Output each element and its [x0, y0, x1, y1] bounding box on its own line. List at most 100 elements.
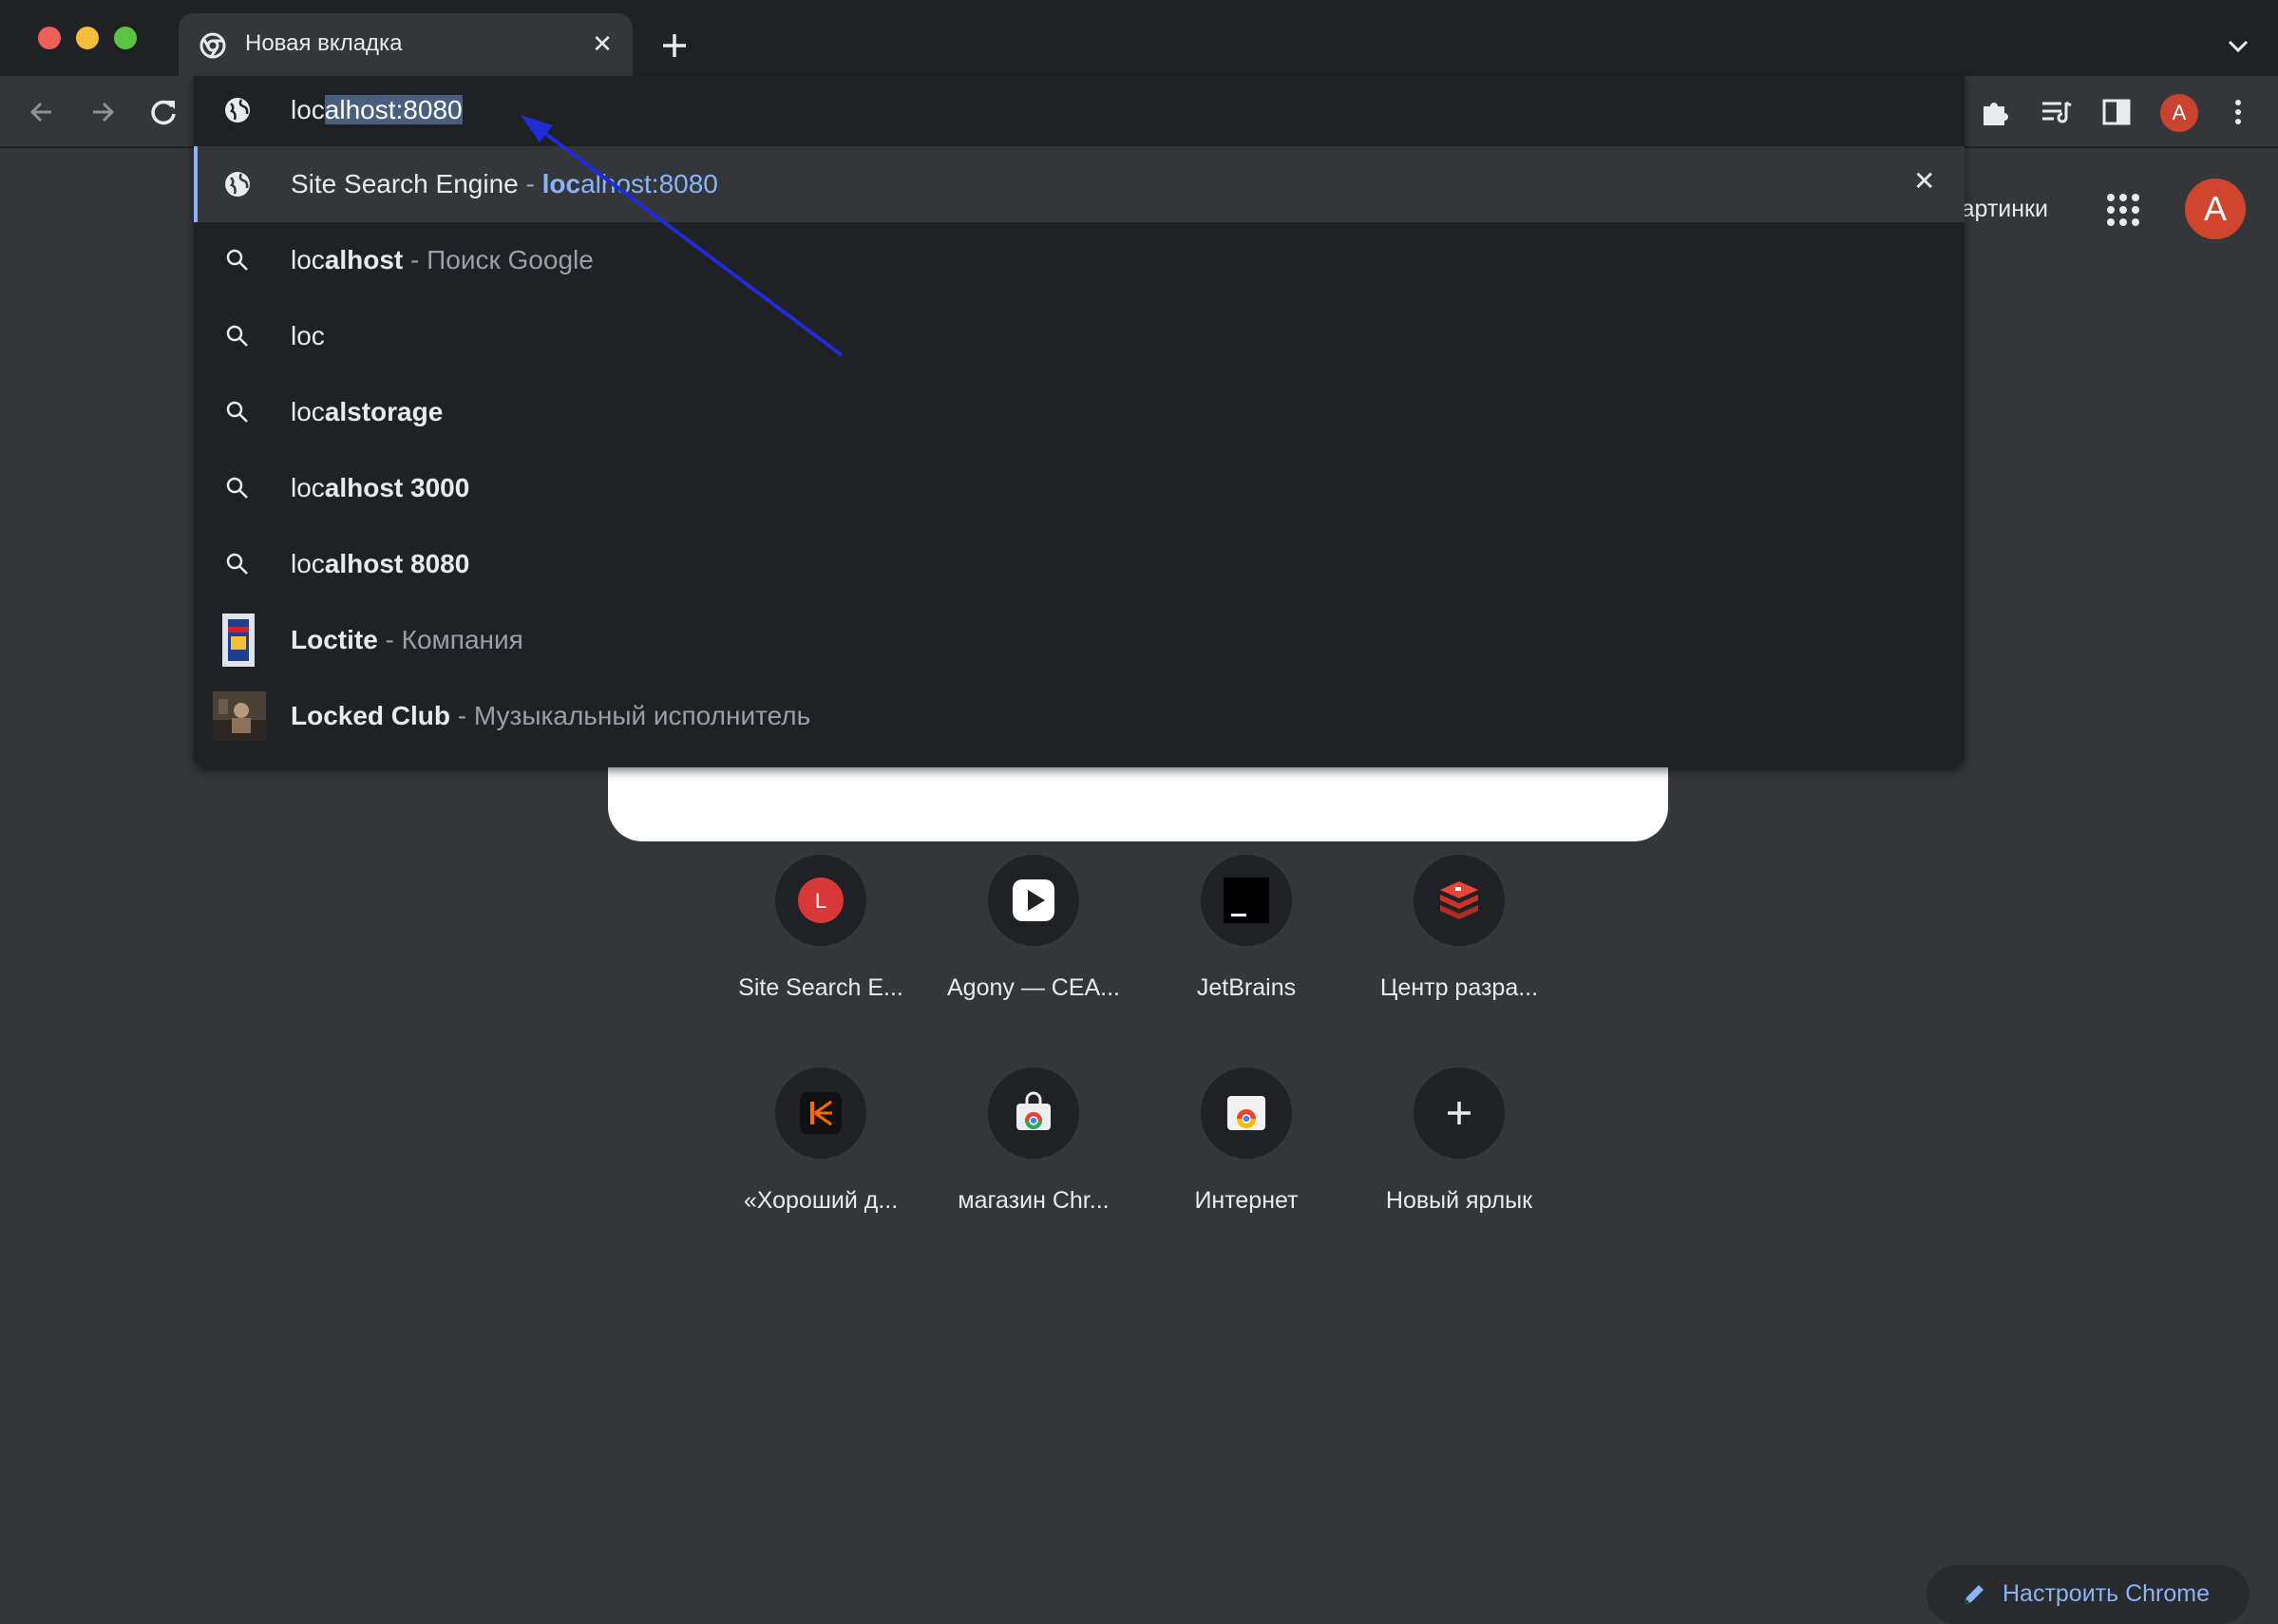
suggestion-description: Компания	[401, 625, 523, 654]
more-menu-icon[interactable]	[2219, 93, 2257, 131]
shortcut-tile	[1414, 855, 1505, 946]
suggestion-focus-bar	[194, 146, 198, 222]
shortcut-internet[interactable]: Интернет	[1142, 1067, 1351, 1238]
suggestion-entity-locked-club[interactable]: Locked Club - Музыкальный исполнитель	[194, 678, 1965, 754]
zoom-window-button[interactable]	[114, 27, 137, 49]
jetbrains-icon	[1224, 878, 1269, 923]
suggestion-search[interactable]: localstorage	[194, 374, 1965, 450]
shortcut-redis[interactable]: Центр разра...	[1355, 855, 1564, 1026]
google-account-avatar[interactable]: A	[2185, 179, 2246, 239]
suggestion-text: localhost 8080	[291, 549, 469, 579]
search-icon	[226, 325, 248, 347]
suggestion-search[interactable]: loc	[194, 298, 1965, 374]
shortcut-agony[interactable]: Agony — CEA...	[929, 855, 1138, 1026]
search-icon	[226, 401, 248, 423]
shortcut-chrome-store[interactable]: магазин Chr...	[929, 1067, 1138, 1238]
reload-icon[interactable]	[144, 93, 182, 131]
suggestion-search[interactable]: localhost 8080	[194, 526, 1965, 602]
tab-close-icon[interactable]: ✕	[587, 27, 617, 61]
search-icon	[226, 249, 248, 271]
shortcut-label: Новый ярлык	[1385, 1187, 1533, 1214]
shortcut-add-new[interactable]: Новый ярлык	[1355, 1067, 1564, 1238]
side-panel-icon[interactable]	[2098, 93, 2136, 131]
kinopoisk-icon	[800, 1092, 842, 1134]
suggestion-url-match: loc	[541, 169, 581, 198]
suggestion-separator: -	[403, 245, 427, 274]
reading-list-icon[interactable]	[2037, 93, 2075, 131]
minimize-window-button[interactable]	[76, 27, 99, 49]
forward-arrow-icon[interactable]	[84, 93, 122, 131]
chrome-store-icon	[1016, 1091, 1051, 1130]
suggestion-search[interactable]: localhost - Поиск Google	[194, 222, 1965, 298]
shortcut-label: Site Search E...	[738, 974, 903, 1001]
customize-chrome-label: Настроить Chrome	[2003, 1580, 2211, 1607]
search-icon	[226, 553, 248, 575]
suggestion-plain: loc	[291, 397, 325, 426]
chrome-web-icon	[1227, 1096, 1265, 1130]
suggestion-site-search-engine[interactable]: Site Search Engine - localhost:8080 ✕	[194, 146, 1965, 222]
google-apps-grid-icon[interactable]	[2105, 192, 2141, 228]
omnibox-input[interactable]: localhost:8080	[194, 76, 1965, 146]
shortcut-label: «Хороший д...	[743, 1187, 899, 1214]
suggestion-text: localhost - Поиск Google	[291, 245, 594, 275]
shortcut-tile	[1201, 855, 1292, 946]
suggestion-text: localhost 3000	[291, 473, 469, 503]
agony-icon	[1013, 879, 1054, 921]
omnibox-input-text: localhost:8080	[291, 95, 463, 125]
shortcut-site-search[interactable]: L Site Search E...	[716, 855, 925, 1026]
shortcut-tile	[988, 1067, 1079, 1159]
site-search-icon-letter: L	[815, 889, 826, 913]
omnibox-dropdown: localhost:8080 Site Search Engine - loca…	[194, 76, 1965, 767]
suggestion-search[interactable]: localhost 3000	[194, 450, 1965, 526]
extensions-puzzle-icon[interactable]	[1976, 93, 2014, 131]
shortcut-kinopoisk[interactable]: «Хороший д...	[716, 1067, 925, 1238]
suggestion-bold: alhost	[324, 245, 404, 274]
suggestion-plain: Loc	[291, 701, 338, 730]
plus-icon	[1448, 1102, 1471, 1124]
suggestion-separator: -	[450, 701, 474, 730]
close-window-button[interactable]	[38, 27, 61, 49]
suggestion-text: localstorage	[291, 397, 443, 427]
suggestion-bold: tite	[337, 625, 378, 654]
remove-suggestion-icon[interactable]: ✕	[1913, 165, 1935, 197]
loctite-thumb	[222, 614, 255, 667]
suggestion-bold: alhost 3000	[324, 473, 470, 502]
back-arrow-icon[interactable]	[23, 93, 61, 131]
shortcut-tile	[1414, 1067, 1505, 1159]
shortcut-label: JetBrains	[1196, 974, 1297, 1001]
suggestion-separator: -	[518, 169, 542, 198]
suggestion-url-rest: alhost:8080	[580, 169, 718, 198]
globe-icon	[225, 98, 250, 123]
search-icon	[226, 477, 248, 499]
suggestion-text: loc	[291, 321, 325, 351]
shortcut-tile	[775, 1067, 866, 1159]
suggestion-entity-loctite[interactable]: Loctite - Компания	[194, 602, 1965, 678]
suggestion-bold: alstorage	[324, 397, 444, 426]
suggestion-text: Site Search Engine - localhost:8080	[291, 169, 718, 199]
customize-chrome-button[interactable]: Настроить Chrome	[1927, 1565, 2250, 1624]
shortcut-label: магазин Chr...	[958, 1187, 1110, 1214]
omnibox-input-prefix: loc	[291, 95, 325, 124]
suggestion-plain: loc	[291, 321, 325, 350]
shortcut-label: Центр разра...	[1379, 974, 1539, 1001]
new-tab-button[interactable]	[655, 27, 693, 65]
chevron-down-icon[interactable]	[2221, 28, 2255, 63]
tab-title: Новая вкладка	[245, 30, 403, 56]
suggestion-description: Поиск Google	[427, 245, 594, 274]
chrome-icon	[199, 32, 226, 59]
title-bar: Новая вкладка ✕	[0, 0, 2278, 76]
suggestion-separator: -	[377, 625, 402, 654]
suggestion-bold: ked Club	[337, 701, 451, 730]
shortcut-jetbrains[interactable]: JetBrains	[1142, 855, 1351, 1026]
suggestion-title: Site Search Engine	[291, 169, 519, 198]
tab-new-tab[interactable]: Новая вкладка ✕	[179, 13, 633, 76]
globe-icon	[225, 172, 250, 197]
shortcut-tile	[1201, 1067, 1292, 1159]
pencil-icon	[1965, 1585, 1984, 1604]
suggestion-text: Loctite - Компания	[291, 625, 523, 655]
site-search-icon: L	[798, 878, 844, 923]
suggestion-text: Locked Club - Музыкальный исполнитель	[291, 701, 810, 731]
suggestion-description: Музыкальный исполнитель	[473, 701, 811, 730]
profile-avatar-button[interactable]: A	[2160, 94, 2198, 132]
shortcut-label: Интернет	[1194, 1187, 1299, 1214]
